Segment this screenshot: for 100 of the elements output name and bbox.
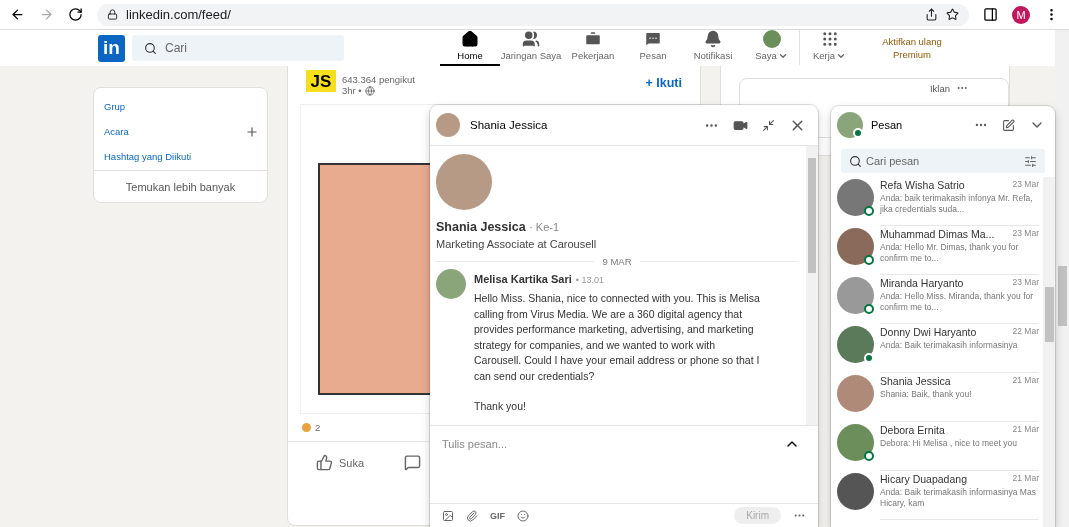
home-icon	[461, 30, 479, 48]
profile-photo	[436, 154, 492, 210]
conversation-date: 22 Mar	[1012, 326, 1039, 338]
scrollbar[interactable]	[1043, 177, 1055, 527]
nav-item[interactable]: Jaringan Saya	[500, 30, 562, 66]
add-icon[interactable]	[245, 124, 259, 139]
sender-name: Melisa Kartika Sari	[474, 273, 572, 285]
star-icon[interactable]	[946, 8, 959, 21]
avatar-photo	[837, 473, 874, 510]
conversation-item[interactable]: Hicary Duapadang 21 Mar Anda: Baik terimakasih informasinya Mas Hicary, kam	[831, 471, 1043, 520]
more-link[interactable]: Temukan lebih banyak	[94, 170, 267, 203]
attach-icon[interactable]	[466, 509, 478, 522]
contact-name: Miranda Haryanto	[880, 277, 964, 289]
grid-icon	[820, 30, 839, 48]
compose-icon[interactable]	[1002, 118, 1015, 132]
share-icon[interactable]	[925, 8, 938, 21]
post-time: 3hr •	[342, 85, 362, 96]
reaction-icon	[302, 423, 311, 432]
nav-item[interactable]: Saya	[744, 30, 799, 66]
conversation-date: 23 Mar	[1012, 277, 1039, 289]
lock-icon	[107, 9, 118, 20]
avatar-photo	[837, 424, 874, 461]
contact-name: Debora Ernita	[880, 424, 945, 436]
address-bar[interactable]: linkedin.com/feed/	[97, 3, 969, 26]
avatar-photo	[762, 30, 781, 48]
sidebar-link[interactable]: Acara	[94, 119, 267, 144]
image-icon[interactable]	[442, 509, 454, 522]
people-icon	[522, 30, 540, 48]
message-preview: Anda: baik terimakasih infonya Mr. Refa, jika credentials suda...	[880, 193, 1034, 215]
conversation-item[interactable]: Muhammad Dimas Ma... 23 Mar Anda: Hello Mr. Dimas, thank you for confirm me to...	[831, 226, 1043, 275]
conversation-date: 21 Mar	[1012, 473, 1039, 485]
globe-icon	[364, 85, 375, 96]
message-preview: Shania: Baik, thank you!	[880, 389, 973, 400]
avatar-photo	[837, 228, 874, 265]
search-icon	[144, 41, 157, 55]
gif-button[interactable]: GIF	[490, 510, 505, 521]
emoji-icon[interactable]	[517, 509, 529, 522]
side-panel-icon[interactable]	[983, 7, 998, 22]
conversation-date: 23 Mar	[1012, 179, 1039, 191]
conversation-date: 21 Mar	[1012, 424, 1039, 436]
follower-count: 643.364 pengikut	[342, 74, 415, 85]
conversation-item[interactable]: Miranda Haryanto 23 Mar Anda: Hello Miss. Miranda, thank you for confirm me to...	[831, 275, 1043, 324]
conversation-date: 23 Mar	[1012, 228, 1039, 240]
avatar-photo	[837, 179, 874, 216]
url-text: linkedin.com/feed/	[126, 7, 231, 22]
comment-button[interactable]	[404, 454, 422, 471]
message-preview: Anda: Hello Mr. Dimas, thank you for confirm me to...	[880, 242, 1020, 264]
date-divider: 9 MAR	[602, 256, 632, 267]
linkedin-logo[interactable]: in	[98, 34, 125, 62]
filter-icon[interactable]	[1024, 154, 1037, 168]
ad-label: Iklan	[929, 82, 950, 94]
contact-name: Muhammad Dimas Ma...	[880, 228, 995, 240]
minimize-icon[interactable]	[762, 118, 775, 132]
nav-item[interactable]: Pekerjaan	[562, 30, 624, 66]
sidebar-link[interactable]: Grup	[94, 94, 267, 119]
avatar-photo	[837, 112, 863, 138]
premium-link[interactable]: Aktifkan ulang Premium	[867, 34, 957, 62]
profile-name: Shania Jessica · Ke-1	[436, 220, 561, 234]
contact-name: Refa Wisha Satrio	[880, 179, 965, 191]
chat-title: Shania Jessica	[470, 119, 548, 131]
avatar-photo	[837, 277, 874, 314]
thumbs-up-icon	[316, 454, 333, 471]
search-field[interactable]: Cari pesan	[841, 149, 1045, 173]
message-preview: Anda: Baik terimakasih informasinya	[880, 340, 1019, 351]
search-field[interactable]: Cari	[132, 35, 344, 61]
avatar-photo	[837, 326, 874, 363]
search-icon	[849, 154, 862, 168]
conversation-item[interactable]: Debora Ernita 21 Mar Debora: Hi Melisa , nice to meet you	[831, 422, 1043, 471]
reaction-count: 2	[315, 422, 321, 433]
scrollbar[interactable]	[806, 146, 818, 425]
reload-icon[interactable]	[68, 7, 83, 22]
contact-name: Shania Jessica	[880, 375, 951, 387]
nav-item[interactable]: Notifikasi	[682, 30, 744, 66]
message-preview: Anda: Hello Miss. Miranda, thank you for confirm me to...	[880, 291, 1035, 313]
back-icon[interactable]	[10, 7, 25, 22]
contact-name: Donny Dwi Haryanto	[880, 326, 977, 338]
conversation-item[interactable]: Refa Wisha Satrio 23 Mar Anda: baik terimakasih infonya Mr. Refa, jika credentials suda...	[831, 177, 1043, 226]
conversation-date: 21 Mar	[1012, 375, 1039, 387]
conversation-item[interactable]: Shania Jessica 21 Mar Shania: Baik, thank you!	[831, 373, 1043, 422]
conversation-item[interactable]: Donny Dwi Haryanto 22 Mar Anda: Baik terimakasih informasinya	[831, 324, 1043, 373]
avatar-photo	[436, 113, 460, 137]
follow-button[interactable]: + Ikuti	[645, 76, 682, 90]
contact-name: Hicary Duapadang	[880, 473, 967, 485]
profile-headline: Marketing Associate at Carousell	[436, 238, 598, 250]
message-preview: Anda: Baik terimakasih informasinya Mas Hicary, kam	[880, 487, 1037, 509]
avatar-photo	[837, 375, 874, 412]
profile-button[interactable]: M	[1012, 5, 1030, 24]
message-text: Hello Miss. Shania, nice to connected with you. This is Melisa calling from Virus Media. We are a 360 digital agency that provides performance marketing, advertising, and marketing strategy for companies, and we wanted to work with Carousell. Could I have your email address or phone so that I can send our credentials?	[474, 291, 761, 384]
comment-icon	[404, 454, 422, 471]
bell-icon	[704, 30, 722, 48]
message-preview: Debora: Hi Melisa , nice to meet you	[880, 438, 1018, 449]
avatar-photo	[436, 269, 466, 299]
js-logo: JS	[306, 70, 336, 92]
sidebar-link[interactable]: Hashtag yang Diikuti	[94, 144, 267, 169]
message-text: Thank you!	[474, 399, 527, 414]
message-time: • 13.01	[575, 275, 605, 285]
like-button[interactable]: Suka	[316, 454, 365, 471]
panel-title: Pesan	[871, 119, 903, 131]
online-dot	[853, 128, 863, 138]
nav-item[interactable]: Pesan	[624, 30, 682, 66]
